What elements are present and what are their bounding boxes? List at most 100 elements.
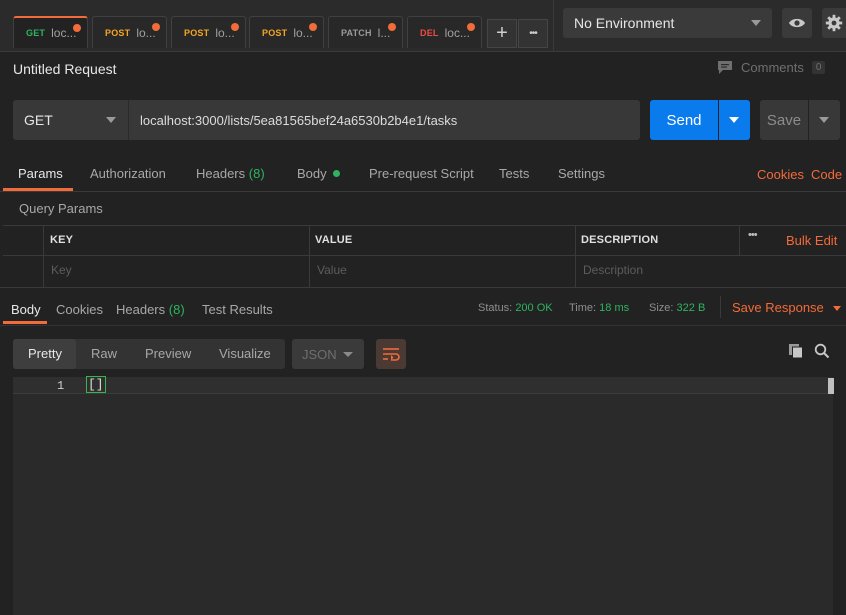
- column-divider: [575, 225, 576, 287]
- request-tab-0[interactable]: GET loc...: [13, 16, 88, 48]
- tab-method: POST: [105, 27, 131, 38]
- request-tab-5[interactable]: DEL loc...: [407, 16, 482, 48]
- request-tab-4[interactable]: PATCH l...: [328, 16, 403, 48]
- more-icon: •••: [529, 28, 537, 39]
- response-tab-cookies[interactable]: Cookies: [56, 302, 103, 317]
- line-number: 1: [57, 379, 65, 393]
- chevron-down-icon: [751, 20, 761, 26]
- unsaved-dot-icon: [467, 23, 475, 31]
- response-tab-test-results[interactable]: Test Results: [202, 302, 273, 317]
- format-raw[interactable]: Raw: [91, 346, 117, 361]
- new-tab-button[interactable]: +: [487, 19, 517, 48]
- language-value: JSON: [302, 346, 337, 362]
- response-tab-headers[interactable]: Headers (8): [116, 302, 185, 317]
- tab-body-label: Body: [297, 166, 327, 181]
- tab-prerequest-script[interactable]: Pre-request Script: [369, 166, 474, 181]
- unsaved-dot-icon: [231, 23, 239, 31]
- environment-value: No Environment: [574, 15, 675, 31]
- request-tab-2[interactable]: POST lo...: [171, 16, 246, 48]
- language-select[interactable]: JSON: [292, 339, 364, 369]
- save-label: Save: [766, 111, 802, 129]
- divider: [553, 0, 554, 52]
- active-tab-indicator: [3, 188, 73, 191]
- tab-settings[interactable]: Settings: [558, 166, 605, 181]
- column-header-description: DESCRIPTION: [581, 234, 659, 246]
- tab-options-button[interactable]: •••: [518, 19, 548, 48]
- divider: [720, 296, 721, 318]
- search-button[interactable]: [814, 343, 830, 362]
- send-options-button[interactable]: [719, 100, 750, 140]
- chevron-down-icon: [343, 352, 353, 357]
- tab-body[interactable]: Body: [297, 166, 340, 181]
- comments-button[interactable]: Comments 0: [717, 60, 826, 75]
- query-params-label: Query Params: [19, 201, 103, 216]
- key-input[interactable]: Key: [51, 263, 72, 277]
- unsaved-dot-icon: [388, 23, 396, 31]
- params-table: [3, 225, 846, 287]
- format-visualize[interactable]: Visualize: [219, 346, 271, 361]
- response-headers-label: Headers: [116, 302, 166, 317]
- eye-icon: [789, 18, 805, 28]
- unsaved-dot-icon: [152, 23, 160, 31]
- send-button[interactable]: Send: [650, 100, 718, 140]
- tab-params[interactable]: Params: [18, 166, 63, 181]
- column-options-icon[interactable]: •••: [748, 229, 758, 241]
- request-title[interactable]: Untitled Request: [13, 61, 117, 77]
- wrap-lines-icon: [383, 348, 400, 361]
- gear-icon: [825, 14, 843, 32]
- url-input[interactable]: [128, 100, 640, 140]
- format-preview[interactable]: Preview: [145, 346, 191, 361]
- tab-authorization[interactable]: Authorization: [90, 166, 166, 181]
- cookies-link[interactable]: Cookies: [757, 167, 804, 182]
- save-response-button[interactable]: Save Response: [732, 300, 841, 315]
- tab-method: POST: [184, 27, 210, 38]
- active-line-highlight: [13, 377, 833, 394]
- column-divider: [739, 225, 740, 255]
- environment-quick-look-button[interactable]: [782, 8, 812, 38]
- time-value: 18 ms: [599, 302, 630, 314]
- time-info: Time: 18 ms: [569, 302, 629, 314]
- section-divider: [0, 287, 846, 288]
- plus-icon: +: [496, 22, 508, 44]
- save-response-label: Save Response: [732, 300, 824, 315]
- response-body-editor[interactable]: [13, 377, 833, 615]
- method-select[interactable]: GET: [13, 100, 128, 140]
- time-label: Time:: [569, 302, 597, 314]
- tab-headers-label: Headers: [196, 166, 246, 181]
- code-link[interactable]: Code: [811, 167, 842, 182]
- description-input[interactable]: Description: [583, 263, 643, 277]
- response-tab-body[interactable]: Body: [11, 302, 41, 317]
- response-body-text: []: [86, 376, 106, 393]
- method-value: GET: [24, 112, 53, 128]
- status-value: 200 OK: [515, 302, 553, 314]
- tab-tests[interactable]: Tests: [499, 166, 529, 181]
- headers-count: (8): [248, 166, 265, 181]
- comment-icon: [718, 61, 732, 74]
- scrollbar-thumb[interactable]: [828, 378, 834, 394]
- format-pretty[interactable]: Pretty: [28, 346, 62, 361]
- tab-headers[interactable]: Headers (8): [196, 166, 265, 181]
- wrap-lines-button[interactable]: [376, 339, 406, 369]
- size-value: 322 B: [676, 302, 706, 314]
- request-tab-1[interactable]: POST lo...: [92, 16, 167, 48]
- column-divider: [43, 225, 44, 287]
- column-header-key: KEY: [50, 234, 74, 246]
- chevron-down-icon: [106, 117, 116, 123]
- request-tab-3[interactable]: POST lo...: [249, 16, 324, 48]
- save-options-button[interactable]: [809, 100, 840, 140]
- status-info: Status: 200 OK: [478, 302, 553, 314]
- status-label: Status:: [478, 302, 513, 314]
- code-line: []: [86, 376, 106, 393]
- size-info: Size: 322 B: [649, 302, 705, 314]
- environment-settings-button[interactable]: [822, 8, 846, 38]
- size-label: Size:: [649, 302, 674, 314]
- save-button[interactable]: Save: [760, 100, 808, 140]
- copy-button[interactable]: [788, 343, 804, 362]
- copy-icon: [789, 344, 803, 359]
- bulk-edit-link[interactable]: Bulk Edit: [786, 233, 837, 248]
- tab-method: GET: [26, 28, 46, 38]
- environment-select[interactable]: No Environment: [563, 8, 772, 38]
- tab-method: DEL: [420, 27, 439, 38]
- send-label: Send: [666, 111, 702, 129]
- value-input[interactable]: Value: [317, 263, 347, 277]
